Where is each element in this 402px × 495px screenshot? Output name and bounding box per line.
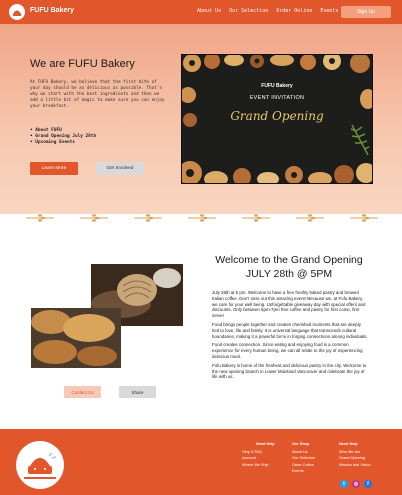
bakery-logo-icon[interactable] xyxy=(9,4,25,20)
get-involved-button[interactable]: Get Involved xyxy=(96,162,144,175)
footer-col-shop: Our Shop About Us Our Selection Order On… xyxy=(292,441,315,474)
paragraph-food-together: Food brings people together and creates … xyxy=(212,321,368,339)
wheat-icon xyxy=(134,214,162,222)
event-invitation-image: FUFU Bakery EVENT INVITATION Grand Openi… xyxy=(181,54,373,184)
footer-col-about: Need Help Who We Are Grand Opening Missi… xyxy=(339,441,371,468)
section-subtitle: JULY 28th @ 5PM xyxy=(245,268,333,280)
paragraph-connection: Food creates connection. Since eating an… xyxy=(212,342,363,359)
top-nav: FUFU Bakery About Us Our Selection Order… xyxy=(0,0,402,24)
wheat-divider xyxy=(0,212,402,224)
footer-link[interactable]: Our Selection xyxy=(292,455,315,461)
nav-link-order-online[interactable]: Order Online xyxy=(276,8,312,14)
invite-subtitle: EVENT INVITATION xyxy=(249,95,305,101)
footer-link[interactable]: Mission and Vision xyxy=(339,462,371,468)
footer-logo-icon[interactable] xyxy=(16,441,64,489)
facebook-icon[interactable]: f xyxy=(364,480,372,488)
hero-intro: At FUFU Bakery, we believe that the firs… xyxy=(30,80,165,109)
pastries-photo-illustration xyxy=(31,308,121,368)
wheat-icon xyxy=(80,214,108,222)
contact-us-button[interactable]: Contact Us xyxy=(64,386,101,398)
wheat-icon xyxy=(242,214,270,222)
paragraph-event: July 28th at 5 pm. Welcome to have a fre… xyxy=(212,290,366,319)
share-button[interactable]: Share xyxy=(119,386,156,398)
learn-more-button[interactable]: Learn More xyxy=(30,162,78,175)
footer-link[interactable]: Order Online xyxy=(292,462,315,468)
nav-link-events[interactable]: Events xyxy=(320,8,338,14)
instagram-icon[interactable]: ◎ xyxy=(352,480,360,488)
nav-link-selection[interactable]: Our Selection xyxy=(229,8,268,14)
wheat-icon xyxy=(188,214,216,222)
bullet-upcoming-events: Upcoming Events xyxy=(30,140,96,146)
brand-name[interactable]: FUFU Bakery xyxy=(30,7,74,14)
footer-heading: Our Shop xyxy=(292,442,310,446)
footer-col-help: Need Help Help & FAQ Account Where We Sh… xyxy=(242,441,275,468)
hero-section: We are FUFU Bakery At FUFU Bakery, we be… xyxy=(0,24,402,214)
footer-link[interactable]: Events xyxy=(292,468,315,474)
wheat-icon xyxy=(350,214,378,222)
footer: Need Help Help & FAQ Account Where We Sh… xyxy=(0,429,402,495)
nav-links: About Us Our Selection Order Online Even… xyxy=(197,8,338,14)
hero-title: We are FUFU Bakery xyxy=(30,58,135,70)
nav-link-about[interactable]: About Us xyxy=(197,8,221,14)
footer-heading: Need Help xyxy=(339,442,358,446)
hero-bullets: About FUFU Grand Opening July 28th Upcom… xyxy=(30,128,96,146)
section-title: Welcome to the Grand Opening xyxy=(215,254,363,266)
pastries-photo xyxy=(31,308,121,368)
wheat-icon xyxy=(26,214,54,222)
sign-up-button[interactable]: Sign Up xyxy=(341,6,391,18)
invite-brand: FUFU Bakery xyxy=(261,83,293,89)
footer-heading: Need Help xyxy=(256,442,275,446)
invite-headline: Grand Opening xyxy=(230,109,324,123)
wheat-icon xyxy=(296,214,324,222)
paragraph-home: Fufu Bakery is home of the freshest and … xyxy=(212,362,367,380)
footer-link[interactable]: Where We Ship xyxy=(242,462,275,468)
twitter-icon[interactable]: t xyxy=(340,480,348,488)
section-body: July 28th at 5 pm. Welcome to have a fre… xyxy=(212,290,368,383)
